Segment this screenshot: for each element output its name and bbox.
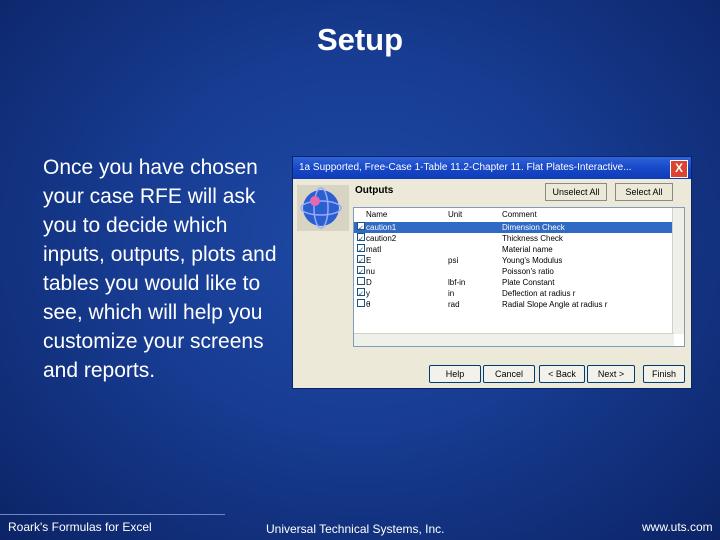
select-all-button[interactable]: Select All — [615, 183, 673, 201]
row-unit: rad — [448, 300, 460, 309]
row-name: y — [366, 289, 370, 298]
row-comment: Poisson's ratio — [502, 267, 554, 276]
footer-left-text: Roark's Formulas for Excel — [8, 520, 152, 534]
row-name: θ — [366, 300, 371, 309]
row-checkbox[interactable] — [357, 299, 365, 307]
row-name: caution2 — [366, 234, 397, 243]
table-row[interactable]: ✓ caution1 Dimension Check — [354, 222, 674, 233]
row-comment: Material name — [502, 245, 553, 254]
help-button[interactable]: Help — [429, 365, 481, 383]
table-row[interactable]: ✓ Epsi Young's Modulus — [354, 255, 674, 266]
table-header: Name Unit Comment — [354, 210, 674, 221]
column-header-name[interactable]: Name — [366, 210, 387, 219]
outputs-dialog: 1a Supported, Free-Case 1-Table 11.2-Cha… — [292, 156, 692, 389]
row-comment: Radial Slope Angle at radius r — [502, 300, 608, 309]
row-name: D — [366, 278, 372, 287]
cancel-button[interactable]: Cancel — [483, 365, 535, 383]
row-comment: Deflection at radius r — [502, 289, 576, 298]
footer-divider — [0, 514, 225, 515]
dialog-titlebar[interactable]: 1a Supported, Free-Case 1-Table 11.2-Cha… — [293, 157, 691, 179]
table-row[interactable]: θ rad Radial Slope Angle at radius r — [354, 299, 674, 310]
row-comment: Dimension Check — [502, 223, 565, 232]
vertical-scrollbar[interactable] — [672, 208, 684, 334]
row-checkbox[interactable]: ✓ — [357, 244, 365, 254]
row-unit: lbf-in — [448, 278, 466, 287]
footer-center-text: Universal Technical Systems, Inc. — [266, 522, 445, 536]
row-checkbox[interactable]: ✓ — [357, 266, 365, 276]
row-unit: psi — [448, 256, 459, 265]
next-button[interactable]: Next > — [587, 365, 635, 383]
finish-button[interactable]: Finish — [643, 365, 685, 383]
slide-body-text: Once you have chosen your case RFE will … — [43, 156, 277, 382]
table-row[interactable]: ✓ caution2 Thickness Check — [354, 233, 674, 244]
row-name: nu — [366, 267, 375, 276]
row-checkbox[interactable]: ✓ — [357, 288, 365, 298]
row-name: E — [366, 256, 372, 265]
globe-logo-icon — [297, 185, 349, 231]
row-checkbox[interactable]: ✓ — [357, 233, 365, 243]
row-comment: Young's Modulus — [502, 256, 563, 265]
horizontal-scrollbar[interactable] — [354, 333, 674, 346]
table-row[interactable]: Dlbf-in Plate Constant — [354, 277, 674, 288]
dialog-title: 1a Supported, Free-Case 1-Table 11.2-Cha… — [299, 162, 632, 173]
row-checkbox[interactable] — [357, 277, 365, 285]
outputs-table: Name Unit Comment ✓ caution1 Dimension Che… — [353, 207, 685, 347]
unselect-all-button[interactable]: Unselect All — [545, 183, 607, 201]
footer-right-text: www.uts.com — [642, 520, 713, 534]
row-comment: Thickness Check — [502, 234, 563, 243]
row-name: caution1 — [366, 223, 397, 232]
table-row[interactable]: ✓ y in Deflection at radius r — [354, 288, 674, 299]
column-header-unit[interactable]: Unit — [448, 210, 462, 219]
row-checkbox[interactable]: ✓ — [357, 255, 365, 265]
slide-title: Setup — [316, 22, 404, 57]
row-comment: Plate Constant — [502, 278, 555, 287]
table-row[interactable]: ✓ nu Poisson's ratio — [354, 266, 674, 277]
row-checkbox[interactable]: ✓ — [357, 222, 365, 232]
close-button[interactable]: X — [670, 160, 688, 178]
column-header-comment[interactable]: Comment — [502, 210, 537, 219]
row-name: matl — [366, 245, 382, 254]
row-unit: in — [448, 289, 455, 298]
outputs-section-label: Outputs — [355, 185, 394, 196]
table-row[interactable]: ✓ matl Material name — [354, 244, 674, 255]
back-button[interactable]: < Back — [539, 365, 585, 383]
